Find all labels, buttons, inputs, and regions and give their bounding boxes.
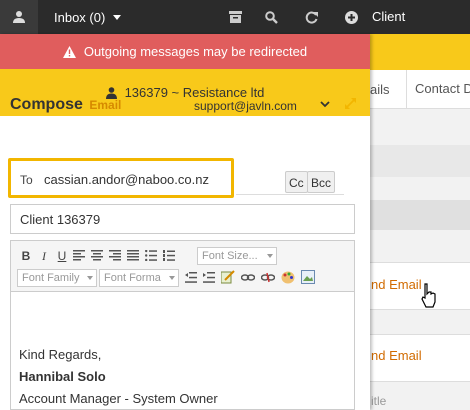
hand-cursor-icon <box>421 283 436 308</box>
color-palette-icon[interactable] <box>281 271 295 284</box>
align-justify-icon[interactable] <box>127 250 139 261</box>
edit-icon[interactable] <box>221 270 235 284</box>
cc-button[interactable]: Cc <box>285 171 308 193</box>
font-size-placeholder: Font Size... <box>202 250 258 262</box>
bullet-list-icon[interactable] <box>145 250 157 261</box>
italic-icon[interactable]: I <box>37 249 51 263</box>
signature-closing: Kind Regards, <box>19 347 102 362</box>
chevron-down-icon <box>87 276 93 280</box>
align-right-icon[interactable] <box>109 250 121 261</box>
tab-details[interactable]: ails <box>370 82 390 97</box>
search-button[interactable] <box>256 0 286 34</box>
link-icon[interactable] <box>241 272 255 283</box>
add-button[interactable] <box>336 0 366 34</box>
font-format-placeholder: Font Forma <box>104 272 161 284</box>
to-field[interactable]: To cassian.andor@naboo.co.nz <box>8 158 234 198</box>
expand-icon[interactable] <box>344 97 357 110</box>
font-format-select[interactable]: Font Forma <box>99 269 179 287</box>
client-label: Client <box>372 9 406 24</box>
compose-title-text: Compose <box>10 96 83 113</box>
background-title-label: itle <box>371 394 387 408</box>
user-icon <box>13 11 25 23</box>
inbox-label: Inbox (0) <box>54 9 106 25</box>
user-menu-button[interactable] <box>0 0 38 34</box>
tab-contact[interactable]: Contact D <box>406 70 470 108</box>
inbox-dropdown[interactable]: Inbox (0) <box>54 0 122 34</box>
indent-icon[interactable] <box>203 272 215 283</box>
refresh-button[interactable] <box>296 0 326 34</box>
archive-button[interactable] <box>220 0 250 34</box>
from-address[interactable]: support@javln.com <box>194 99 297 113</box>
bold-icon[interactable]: B <box>19 249 33 263</box>
chevron-down-icon <box>113 14 122 20</box>
to-input[interactable]: cassian.andor@naboo.co.nz <box>44 172 209 187</box>
editor-toolbar: B I U Font Size... Font Family Font Form… <box>11 241 354 292</box>
bcc-button[interactable]: Bcc <box>307 171 336 193</box>
compose-title: Compose Email <box>10 96 121 114</box>
font-family-placeholder: Font Family <box>22 272 80 284</box>
signature-role: Account Manager - System Owner <box>19 391 218 406</box>
outdent-icon[interactable] <box>185 272 197 283</box>
background-header <box>370 34 470 70</box>
search-icon <box>264 10 278 24</box>
font-family-select[interactable]: Font Family <box>17 269 97 287</box>
add-icon <box>344 10 358 24</box>
warning-text: Outgoing messages may be redirected <box>83 44 308 59</box>
signature-name: Hannibal Solo <box>19 369 106 384</box>
background-row <box>370 200 470 230</box>
font-size-select[interactable]: Font Size... <box>197 247 277 265</box>
chevron-down-icon <box>169 276 175 280</box>
unlink-icon[interactable] <box>261 272 275 283</box>
chevron-down-icon <box>267 254 273 258</box>
message-editor[interactable]: B I U Font Size... Font Family Font Form… <box>10 240 355 410</box>
background-tabs: ails Contact D <box>370 70 470 109</box>
redirect-warning-banner: Outgoing messages may be redirected <box>0 34 370 69</box>
align-center-icon[interactable] <box>91 250 103 261</box>
numbered-list-icon[interactable] <box>163 250 175 261</box>
background-row <box>370 145 470 177</box>
refresh-icon <box>305 11 318 23</box>
warning-icon <box>62 45 76 58</box>
chevron-down-icon[interactable] <box>320 100 330 108</box>
send-email-link[interactable]: nd Email <box>371 348 422 363</box>
client-name: 136379 ~ Resistance ltd <box>124 85 265 100</box>
compose-subtitle: Email <box>89 98 122 112</box>
align-left-icon[interactable] <box>73 250 85 261</box>
subject-input[interactable]: Client 136379 <box>10 204 355 234</box>
underline-icon[interactable]: U <box>55 249 69 263</box>
image-icon[interactable] <box>301 270 315 284</box>
archive-icon <box>228 11 242 23</box>
to-label: To <box>20 173 33 187</box>
top-bar: Inbox (0) Client <box>0 0 470 34</box>
send-email-link[interactable]: nd Email <box>371 277 422 292</box>
